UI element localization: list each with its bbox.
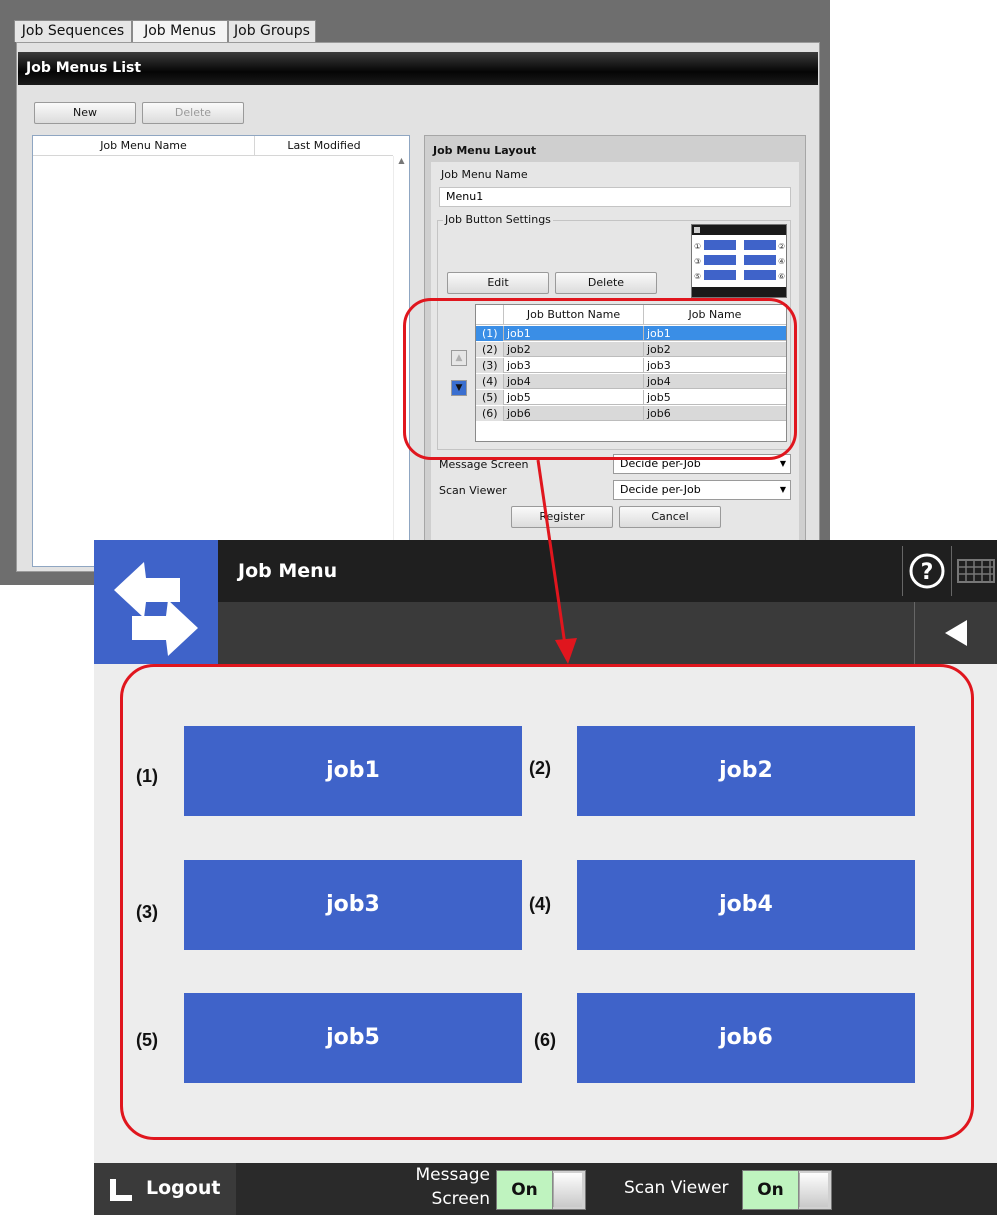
- svg-text:⑥: ⑥: [778, 272, 785, 281]
- scan-viewer-toggle[interactable]: On: [742, 1170, 832, 1210]
- column-job-menu-name[interactable]: Job Menu Name: [33, 136, 255, 156]
- job-menu-list-table[interactable]: Job Menu Name Last Modified ▲: [32, 135, 410, 567]
- tab-job-sequences[interactable]: Job Sequences: [14, 20, 132, 42]
- register-button[interactable]: Register: [511, 506, 613, 528]
- page-title: Job Menu: [238, 560, 338, 582]
- svg-text:④: ④: [778, 257, 785, 266]
- help-icon[interactable]: ?: [902, 546, 952, 596]
- chevron-down-icon: ▼: [779, 459, 786, 468]
- layout-preview-thumbnail: ① ② ③ ④ ⑤ ⑥: [691, 224, 787, 298]
- toggle-on-label: On: [743, 1171, 799, 1209]
- layout-title: Job Menu Layout: [433, 144, 537, 157]
- new-button[interactable]: New: [34, 102, 136, 124]
- chevron-down-icon: ▼: [779, 485, 786, 494]
- cancel-button[interactable]: Cancel: [619, 506, 721, 528]
- message-screen-label: Message Screen: [415, 1165, 490, 1209]
- delete-menu-button[interactable]: Delete: [142, 102, 244, 124]
- tab-job-menus[interactable]: Job Menus: [132, 20, 228, 43]
- scan-viewer-select[interactable]: Decide per-Job ▼: [613, 480, 791, 500]
- triangle-left-icon: [945, 620, 967, 646]
- job-button-settings-label: Job Button Settings: [443, 213, 553, 226]
- annotation-highlight-table: [403, 298, 797, 460]
- svg-text:①: ①: [694, 242, 701, 251]
- message-screen-toggle[interactable]: On: [496, 1170, 586, 1210]
- logout-icon: [110, 1179, 132, 1201]
- menu-name-field[interactable]: Menu1: [439, 187, 791, 207]
- top-bar: Job Menu ?: [218, 540, 997, 602]
- logout-button[interactable]: Logout: [94, 1163, 236, 1215]
- toggle-knob[interactable]: [799, 1173, 828, 1207]
- footer-bar: Logout Message Screen On Scan Viewer On: [94, 1163, 997, 1215]
- scan-viewer-label: Scan Viewer: [624, 1178, 729, 1198]
- svg-text:②: ②: [778, 242, 785, 251]
- logout-label: Logout: [146, 1177, 221, 1199]
- column-last-modified[interactable]: Last Modified: [255, 136, 393, 156]
- annotation-highlight-buttons: [120, 664, 974, 1140]
- toggle-on-label: On: [497, 1171, 553, 1209]
- toggle-knob[interactable]: [553, 1173, 582, 1207]
- edit-button[interactable]: Edit: [447, 272, 549, 294]
- keyboard-icon[interactable]: [956, 550, 996, 590]
- svg-text:③: ③: [694, 257, 701, 266]
- tab-job-groups[interactable]: Job Groups: [228, 20, 316, 42]
- job-menus-list-title: Job Menus List: [18, 52, 818, 85]
- back-button[interactable]: [914, 602, 997, 664]
- delete-button[interactable]: Delete: [555, 272, 657, 294]
- svg-text:?: ?: [921, 560, 934, 585]
- menu-name-label: Job Menu Name: [441, 168, 528, 181]
- logo: [94, 540, 218, 664]
- svg-text:⑤: ⑤: [694, 272, 701, 281]
- admin-window: Job Sequences Job Menus Job Groups Job M…: [0, 0, 830, 585]
- swap-arrows-icon: [114, 562, 198, 656]
- scan-viewer-label: Scan Viewer: [439, 484, 507, 497]
- sub-bar: [218, 602, 997, 664]
